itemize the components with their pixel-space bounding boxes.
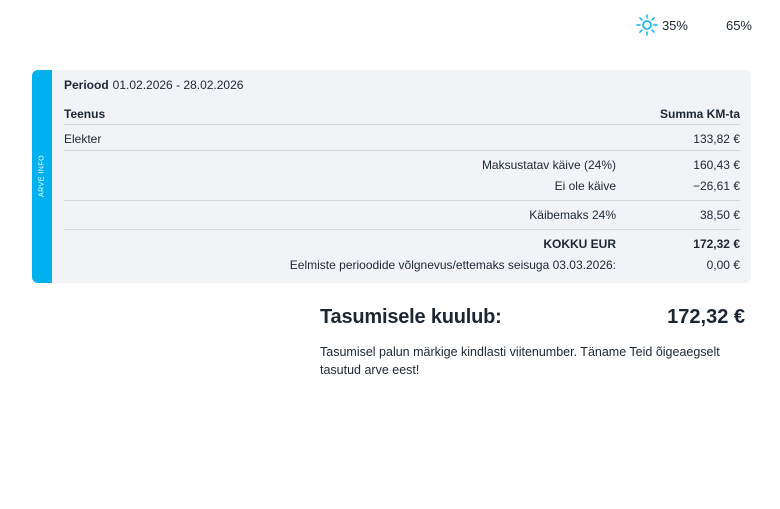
sun-icon	[636, 14, 658, 36]
invoice-table: Periood 01.02.2026 - 28.02.2026 Teenus Su…	[64, 70, 740, 283]
period-value: 01.02.2026 - 28.02.2026	[112, 78, 244, 92]
usage-indicator: 35% 65%	[620, 14, 752, 36]
invoice-info-label: ARVE INFO	[38, 154, 46, 198]
vat-amount: 38,50 €	[699, 208, 740, 222]
night-usage: 65%	[704, 15, 752, 35]
total-label: KOKKU EUR	[543, 237, 616, 251]
service-name: Elekter	[64, 132, 102, 146]
payment-due-title: Tasumisele kuulub:	[320, 306, 502, 328]
divider	[64, 150, 740, 151]
night-usage-percent: 65%	[725, 17, 752, 33]
nontaxable-amount: −26,61 €	[692, 179, 740, 193]
divider	[64, 124, 740, 125]
previous-balance-label: Eelmiste perioodide võlgnevus/ettemaks s…	[289, 258, 616, 272]
nontaxable-label: Ei ole käive	[554, 179, 616, 193]
divider	[64, 200, 740, 201]
service-amount: 133,82 €	[693, 132, 740, 146]
previous-balance-amount: 0,00 €	[706, 258, 740, 272]
header-service: Teenus	[64, 107, 106, 121]
period-row: Periood 01.02.2026 - 28.02.2026	[64, 78, 740, 92]
payment-due-amount: 172,32 €	[667, 306, 745, 328]
table-header: Teenus Summa KM-ta	[64, 107, 740, 121]
taxable-amount: 160,43 €	[693, 158, 740, 172]
day-usage-percent: 35%	[661, 17, 688, 33]
divider	[64, 229, 740, 230]
header-amount: Summa KM-ta	[659, 107, 740, 121]
invoice-info-strip: ARVE INFO	[32, 70, 52, 283]
moon-icon	[709, 17, 718, 33]
day-usage: 35%	[636, 14, 688, 36]
service-row: Elekter 133,82 €	[64, 132, 740, 146]
total-amount: 172,32 €	[693, 237, 740, 251]
invoice-info-card: ARVE INFO Periood 01.02.2026 - 28.02.2026…	[32, 70, 751, 283]
vat-label: Käibemaks 24%	[529, 208, 616, 222]
period-label: Periood	[64, 78, 109, 92]
taxable-label: Maksustatav käive (24%)	[481, 158, 616, 172]
payment-note: Tasumisel palun märkige kindlasti viiten…	[320, 345, 720, 377]
